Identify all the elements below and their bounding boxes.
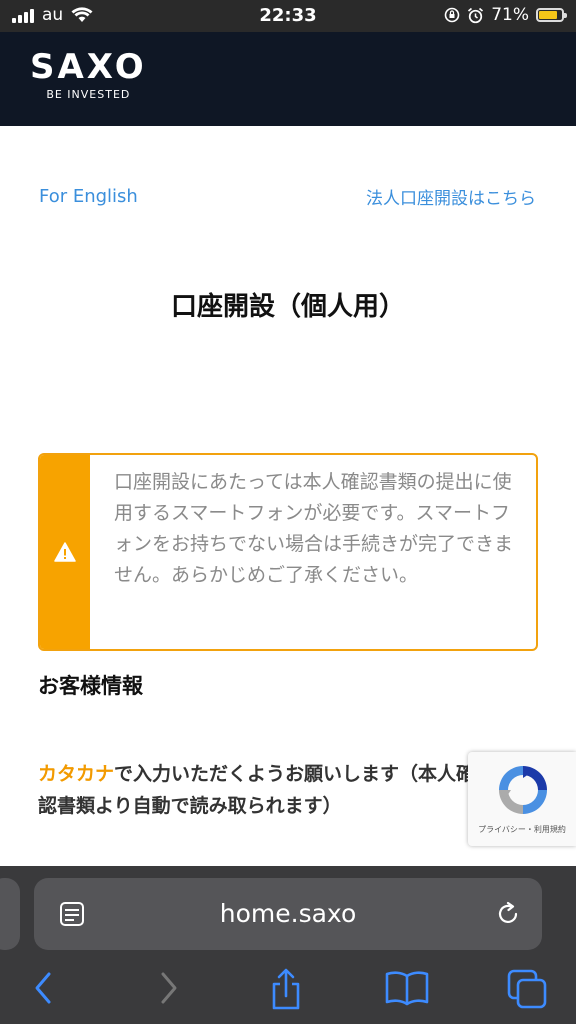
alarm-icon	[468, 7, 484, 23]
share-icon[interactable]	[268, 968, 304, 1012]
url-text: home.saxo	[219, 899, 357, 928]
status-right: 71%	[444, 5, 567, 25]
notice-accent	[40, 455, 90, 649]
forward-icon[interactable]	[154, 968, 182, 1008]
saxo-logo[interactable]: SAXO BE INVESTED	[30, 48, 147, 101]
bookmarks-icon[interactable]	[384, 968, 430, 1008]
address-bar[interactable]: home.saxo	[34, 878, 542, 950]
page-title: 口座開設（個人用）	[170, 292, 405, 322]
corporate-account-link[interactable]: 法人口座開設はこちら	[366, 184, 536, 209]
customer-info-heading: お客様情報	[38, 674, 143, 698]
logo-wordmark: SAXO	[30, 47, 147, 87]
battery-percent: 71%	[491, 5, 529, 25]
reload-icon[interactable]	[494, 900, 522, 928]
logo-tagline: BE INVESTED	[46, 88, 131, 101]
recaptcha-icon	[499, 766, 547, 814]
notice-box: 口座開設にあたっては本人確認書類の提出に使用するスマートフォンが必要です。スマー…	[38, 453, 538, 651]
english-link[interactable]: For English	[39, 186, 138, 207]
katakana-instruction: カタカナで入力いただくようお願いします（本人確認書類より自動で読み取られます）	[38, 758, 478, 822]
tabs-icon[interactable]	[506, 968, 548, 1010]
browser-toolbar	[0, 962, 576, 1022]
warning-icon	[54, 542, 76, 562]
previous-tab-peek[interactable]	[0, 878, 20, 950]
status-bar: au 22:33 71%	[0, 0, 576, 32]
notice-text: 口座開設にあたっては本人確認書類の提出に使用するスマートフォンが必要です。スマー…	[114, 471, 514, 586]
browser-bottom-bar: home.saxo	[0, 866, 576, 1024]
back-icon[interactable]	[30, 968, 58, 1008]
site-header: SAXO BE INVESTED	[0, 32, 576, 126]
battery-icon	[536, 8, 567, 22]
recaptcha-terms[interactable]: プライバシー・利用規約	[468, 824, 576, 835]
recaptcha-badge[interactable]: プライバシー・利用規約	[468, 752, 576, 846]
katakana-accent: カタカナ	[38, 763, 115, 785]
orientation-lock-icon	[444, 7, 460, 23]
